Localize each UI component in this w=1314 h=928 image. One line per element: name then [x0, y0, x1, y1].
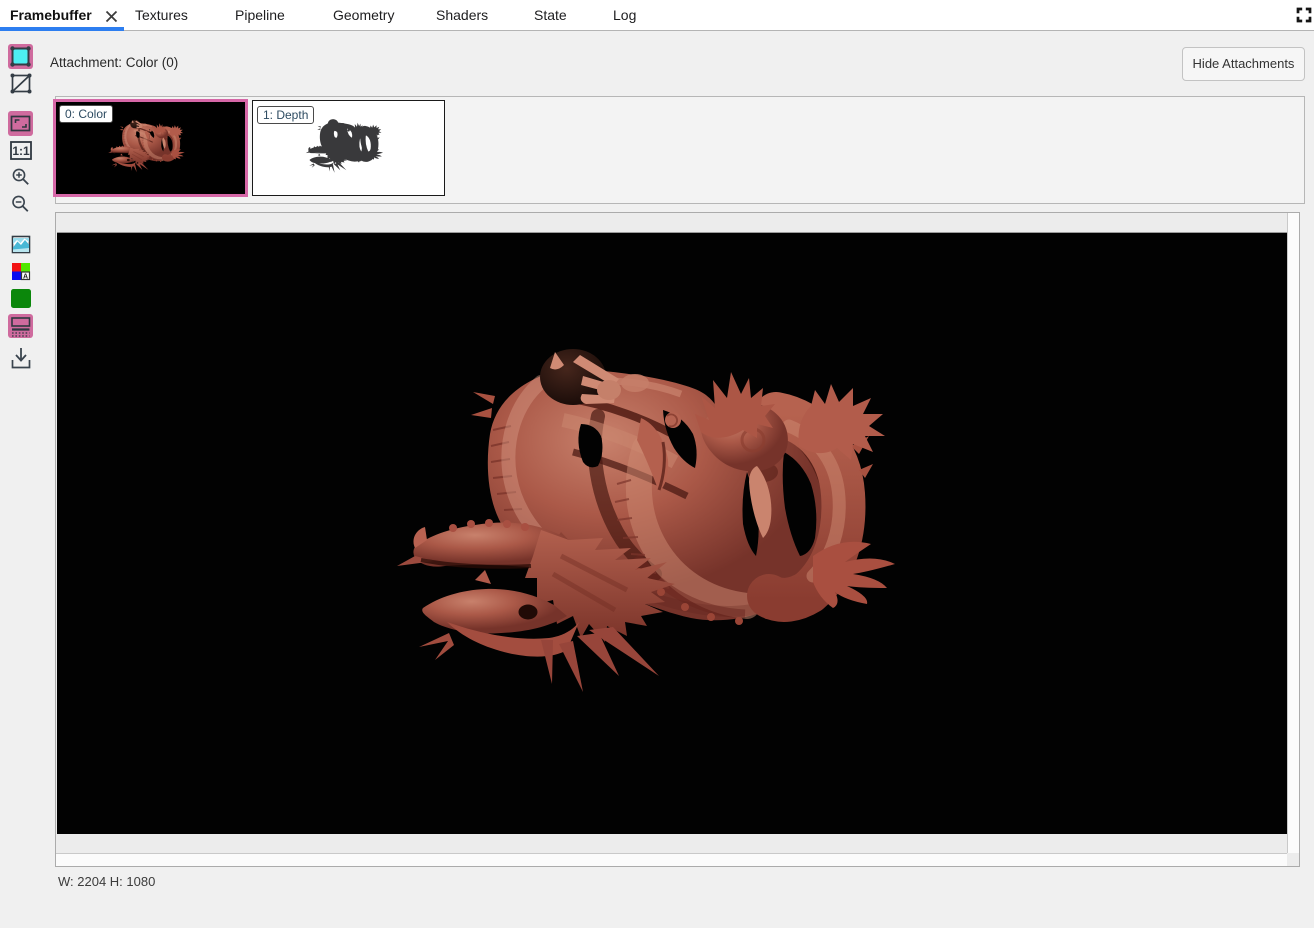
svg-text:1:1: 1:1 [12, 144, 30, 158]
svg-text:A: A [23, 274, 28, 281]
